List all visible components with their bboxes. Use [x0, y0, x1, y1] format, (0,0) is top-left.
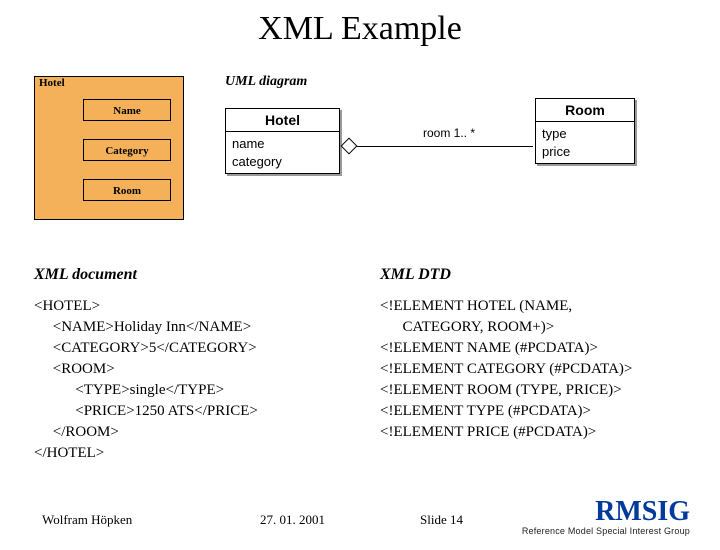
- footer-author: Wolfram Höpken: [42, 512, 132, 528]
- footer-date: 27. 01. 2001: [260, 512, 325, 528]
- footer-slide-number: Slide 14: [420, 512, 463, 528]
- uml-class-name: Hotel: [226, 109, 339, 132]
- hierarchy-box: Hotel Name Category Room: [34, 76, 184, 220]
- uml-class-hotel: Hotel name category: [225, 108, 340, 174]
- xml-document-code: <HOTEL> <NAME>Holiday Inn</NAME> <CATEGO…: [34, 296, 258, 464]
- slide-title: XML Example: [0, 10, 720, 48]
- xml-document-heading: XML document: [34, 266, 137, 284]
- xml-dtd-heading: XML DTD: [380, 266, 451, 284]
- uml-class-attrs: type price: [536, 122, 634, 163]
- aggregation-diamond-icon: [341, 138, 358, 155]
- uml-diagram: Hotel name category Room type price room…: [225, 98, 685, 218]
- hierarchy-root: Hotel: [39, 77, 65, 89]
- footer-tagline: Reference Model Special Interest Group: [522, 526, 690, 536]
- slide-footer: Wolfram Höpken 27. 01. 2001 Slide 14 RMS…: [0, 502, 720, 542]
- hierarchy-item: Name: [83, 99, 171, 121]
- uml-class-name: Room: [536, 99, 634, 122]
- xml-dtd-code: <!ELEMENT HOTEL (NAME, CATEGORY, ROOM+)>…: [380, 296, 632, 443]
- hierarchy-item: Room: [83, 179, 171, 201]
- uml-diagram-label: UML diagram: [225, 74, 307, 90]
- uml-class-attrs: name category: [226, 132, 339, 173]
- association-line: [357, 146, 533, 147]
- uml-class-room: Room type price: [535, 98, 635, 164]
- hierarchy-item: Category: [83, 139, 171, 161]
- uml-association: room 1.. *: [343, 138, 533, 154]
- footer-logo: RMSIG: [595, 496, 690, 528]
- association-label: room 1.. *: [423, 126, 475, 140]
